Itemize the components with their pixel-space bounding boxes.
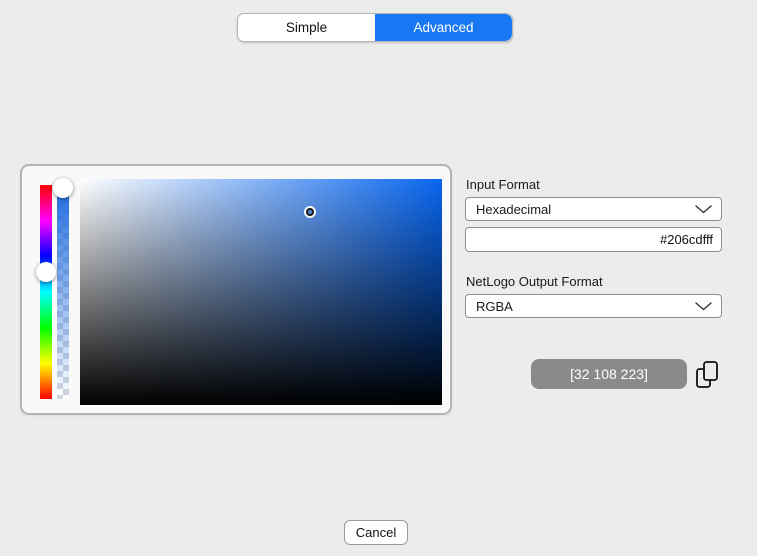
color-picker-panel <box>20 164 452 415</box>
cancel-button[interactable]: Cancel <box>344 520 408 545</box>
hue-slider[interactable] <box>40 185 52 399</box>
chevron-down-icon <box>695 302 712 311</box>
alpha-slider[interactable] <box>57 185 69 399</box>
copy-button[interactable] <box>693 359 721 391</box>
output-format-selected-value: RGBA <box>476 299 513 314</box>
advanced-mode-button[interactable]: Advanced <box>375 14 512 41</box>
alpha-slider-thumb[interactable] <box>53 178 73 198</box>
simple-mode-button[interactable]: Simple <box>238 14 375 41</box>
output-format-label: NetLogo Output Format <box>466 274 603 289</box>
output-format-dropdown[interactable]: RGBA <box>465 294 722 318</box>
input-format-dropdown[interactable]: Hexadecimal <box>465 197 722 221</box>
alpha-gradient-overlay <box>57 185 69 399</box>
hex-value-input[interactable] <box>465 227 722 252</box>
mode-toggle: Simple Advanced <box>237 13 513 42</box>
hue-slider-thumb[interactable] <box>36 262 56 282</box>
input-format-selected-value: Hexadecimal <box>476 202 551 217</box>
netlogo-output-value-button[interactable]: [32 108 223] <box>531 359 687 389</box>
input-format-label: Input Format <box>466 177 540 192</box>
color-selection-cursor[interactable] <box>306 208 314 216</box>
saturation-brightness-area[interactable] <box>80 179 442 405</box>
color-picker-dialog: Simple Advanced Input Format Hexadecimal… <box>0 0 757 556</box>
chevron-down-icon <box>695 205 712 214</box>
copy-icon <box>695 360 720 391</box>
